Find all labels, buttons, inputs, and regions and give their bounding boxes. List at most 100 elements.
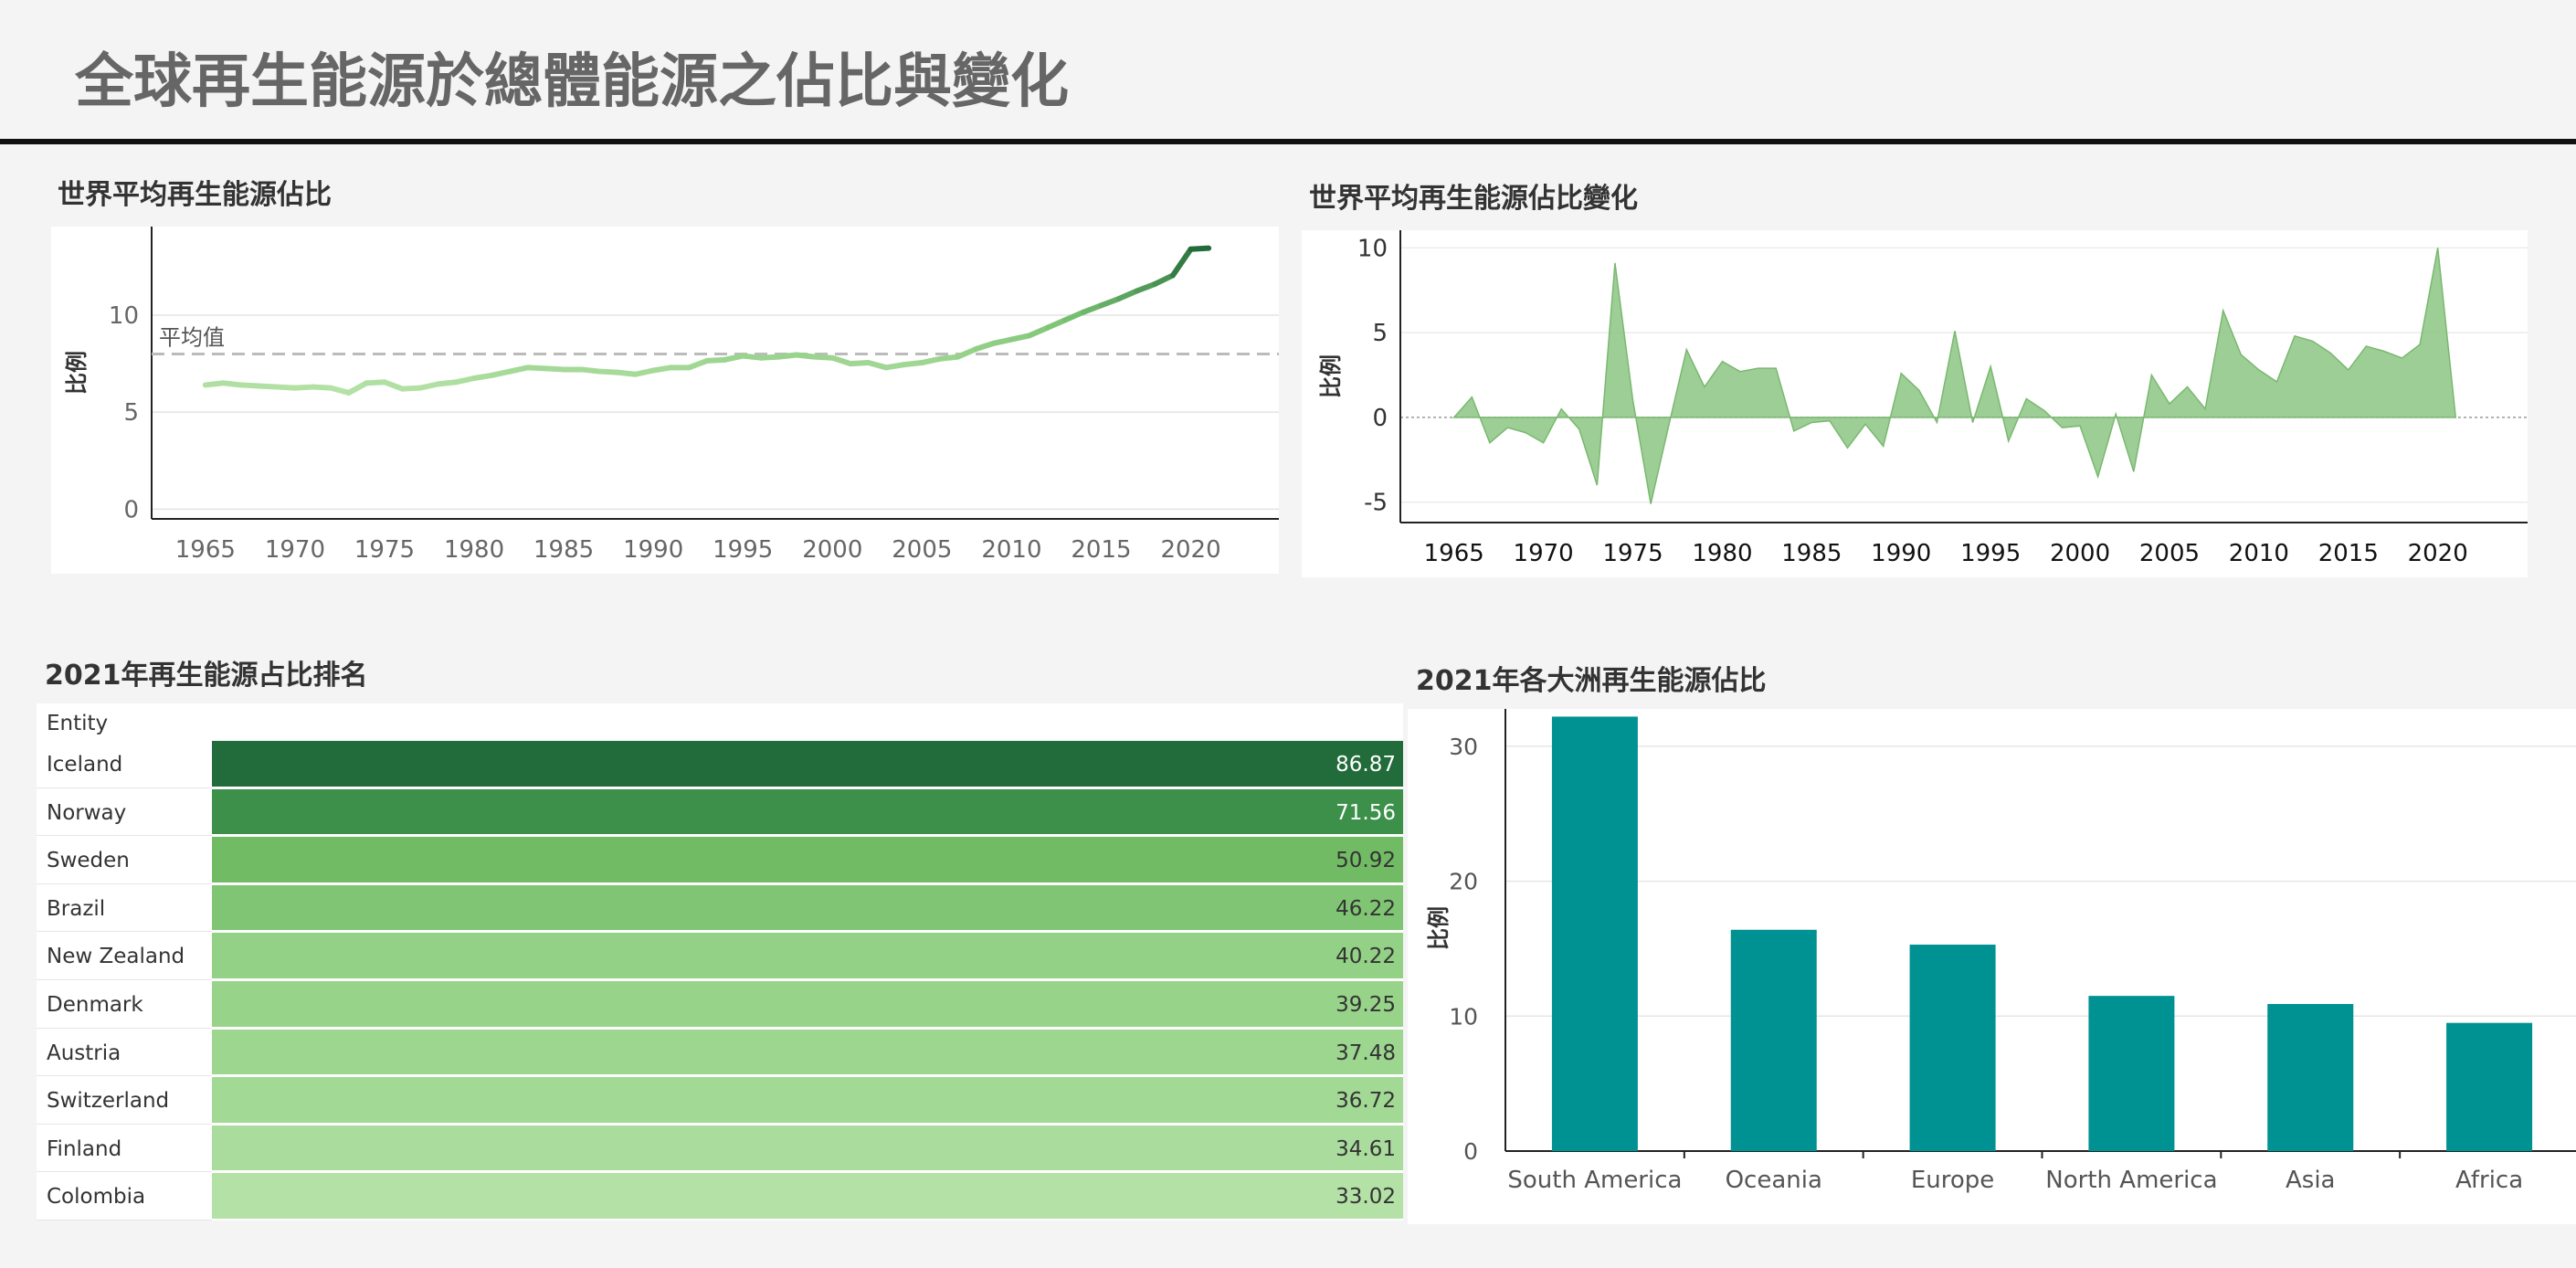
- y-tick-label: -5: [1364, 490, 1388, 517]
- bar: [2267, 1004, 2354, 1151]
- x-tick-label: 2015: [2318, 540, 2379, 567]
- entity-cell: Denmark: [37, 980, 212, 1029]
- value-cell: 39.25: [212, 980, 1403, 1029]
- value-label: 71.56: [1336, 800, 1396, 825]
- entity-name: Finland: [47, 1136, 122, 1161]
- x-tick-label: 2020: [1160, 536, 1220, 564]
- value-cell: 40.22: [212, 933, 1403, 980]
- x-tick-label: 1965: [1424, 540, 1484, 567]
- line-segment: [632, 367, 657, 377]
- line-segment: [507, 365, 531, 375]
- x-tick-label: 1985: [533, 536, 594, 564]
- table-row: Denmark 39.25: [37, 979, 1403, 1029]
- line-segment: [1027, 324, 1050, 339]
- x-tick-label: 2005: [892, 536, 952, 564]
- line-segment: [345, 380, 370, 396]
- y-tick-label: 5: [1372, 320, 1388, 347]
- line-segment: [829, 354, 853, 367]
- line-chart-title: 世界平均再生能源佔比: [58, 179, 332, 211]
- line-chart-card: 0 5 10 1965 1970 1975 1980 1985 1990 1995 2000 2005…: [51, 227, 1279, 574]
- y-tick-label: 20: [1449, 869, 1478, 895]
- x-tick-label: 1965: [175, 536, 236, 564]
- line-segment: [417, 381, 441, 391]
- value-label: 34.61: [1336, 1136, 1396, 1161]
- value-label: 37.48: [1336, 1041, 1396, 1065]
- entity-name: Iceland: [47, 753, 123, 777]
- line-segment: [489, 368, 513, 378]
- value-cell: 50.92: [212, 837, 1403, 884]
- value-cell: 33.02: [212, 1173, 1403, 1220]
- entity-name: Brazil: [47, 896, 106, 921]
- x-tick-label: 2020: [2408, 540, 2468, 567]
- x-tick-label: 1990: [1871, 540, 1931, 567]
- x-tick-label: Africa: [2455, 1167, 2523, 1194]
- bar: [2446, 1022, 2533, 1151]
- page-title: 全球再生能源於總體能源之佔比與變化: [75, 48, 1069, 116]
- y-tick-label: 30: [1449, 734, 1478, 760]
- table-row: Norway 71.56: [37, 787, 1403, 837]
- entity-name: Sweden: [47, 849, 130, 873]
- line-segment: [973, 340, 997, 353]
- x-tick-label: Oceania: [1726, 1167, 1822, 1194]
- value-label: 36.72: [1336, 1089, 1396, 1114]
- table-row: Iceland 86.87: [37, 740, 1403, 788]
- table-row: Sweden 50.92: [37, 836, 1403, 884]
- entity-cell: Switzerland: [37, 1077, 212, 1125]
- line-segment: [990, 336, 1015, 346]
- line-segment: [686, 357, 710, 371]
- y-tick-label: 10: [1449, 1003, 1478, 1030]
- y-tick-label: 0: [1463, 1138, 1478, 1165]
- value-cell: 36.72: [212, 1077, 1403, 1125]
- line-segment: [865, 360, 890, 371]
- value-cell: 71.56: [212, 788, 1403, 837]
- y-tick-label: 10: [109, 302, 139, 330]
- header-bar: 全球再生能源於總體能源之佔比與變化: [0, 0, 2576, 144]
- line-segment: [1152, 272, 1176, 287]
- entity-cell: Colombia: [37, 1173, 212, 1220]
- entity-name: Norway: [47, 800, 127, 825]
- y-tick-label: 0: [123, 496, 139, 523]
- value-cell: 46.22: [212, 884, 1403, 933]
- line-segment: [1044, 317, 1069, 331]
- line-segment: [1008, 333, 1033, 343]
- line-chart: 0 5 10 1965 1970 1975 1980 1985 1990 1995 2000 2005…: [64, 227, 1279, 564]
- line-segment: [1116, 288, 1140, 301]
- bar-chart: 0 10 20 30 South America Oceania Europe North A…: [1426, 709, 2576, 1194]
- entity-cell: New Zealand: [37, 933, 212, 980]
- value-cell: 37.48: [212, 1029, 1403, 1077]
- table-row: Switzerland 36.72: [37, 1076, 1403, 1125]
- x-tick-label: 1995: [713, 536, 773, 564]
- x-tick-label: South America: [1507, 1167, 1682, 1194]
- entity-name: Switzerland: [47, 1089, 170, 1114]
- value-label: 40.22: [1336, 945, 1396, 969]
- line-segment: [1098, 295, 1123, 309]
- value-label: 33.02: [1336, 1185, 1396, 1210]
- value-label: 50.92: [1336, 849, 1396, 873]
- column-header-entity: Entity: [47, 712, 109, 735]
- bar: [1551, 716, 1638, 1151]
- area-series: [1452, 248, 2457, 504]
- bar: [2088, 996, 2175, 1151]
- table-row: Austria 37.48: [37, 1028, 1403, 1077]
- line-segment: [328, 385, 352, 396]
- table-header: Entity: [37, 703, 1403, 740]
- x-tick-label: North America: [2045, 1167, 2217, 1194]
- line-segment: [381, 379, 406, 392]
- entity-cell: Sweden: [37, 837, 212, 884]
- entity-cell: Finland: [37, 1125, 212, 1173]
- entity-name: Austria: [47, 1041, 121, 1065]
- x-tick-label: 2010: [981, 536, 1041, 564]
- line-segment: [722, 353, 746, 363]
- table-row: Colombia 33.02: [37, 1172, 1403, 1220]
- table-row: Brazil 46.22: [37, 883, 1403, 933]
- bar: [1909, 945, 1996, 1151]
- y-tick-label: 0: [1372, 405, 1388, 432]
- x-tick-label: 1990: [623, 536, 683, 564]
- entity-cell: Austria: [37, 1029, 212, 1077]
- x-tick-label: 1970: [265, 536, 325, 564]
- table-row: New Zealand 40.22: [37, 932, 1403, 980]
- x-tick-label: Asia: [2286, 1167, 2336, 1194]
- x-tick-label: 1975: [1602, 540, 1663, 567]
- y-axis-label: 比例: [1318, 354, 1344, 398]
- bar-chart-title: 2021年各大洲再生能源佔比: [1416, 665, 1767, 697]
